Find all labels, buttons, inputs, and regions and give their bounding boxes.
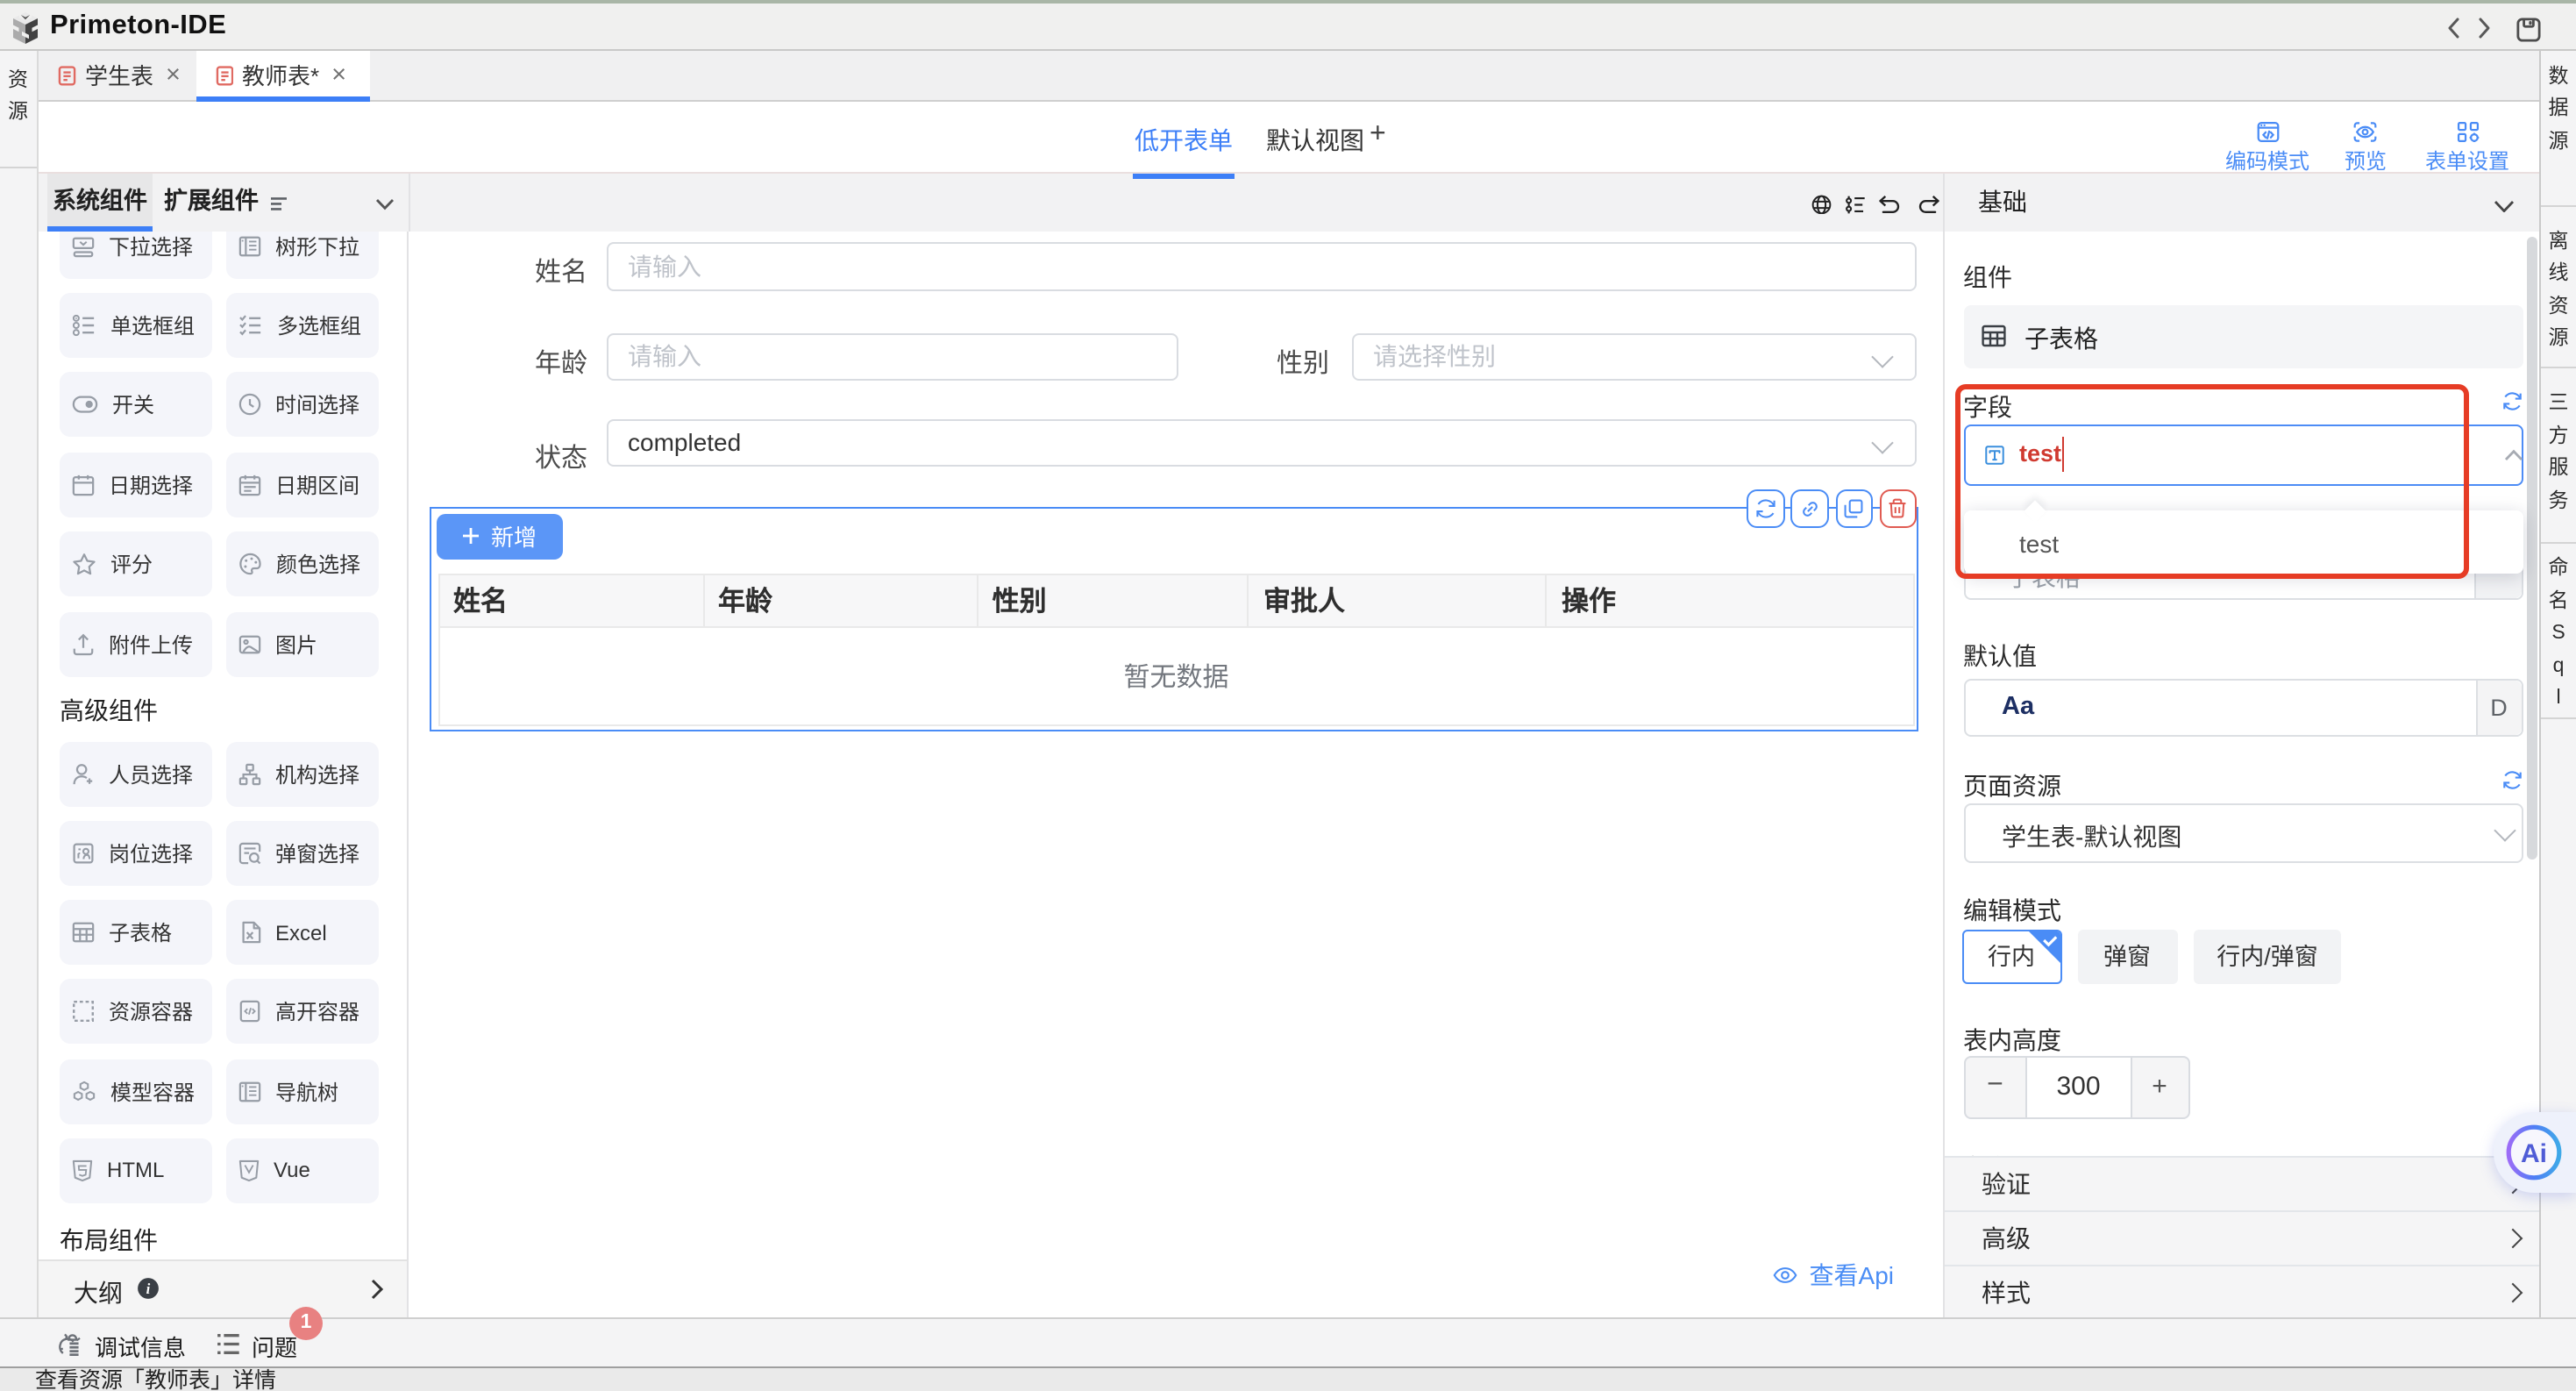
svg-text:Ai: Ai	[2521, 1139, 2547, 1168]
svg-text:i: i	[146, 1280, 151, 1297]
